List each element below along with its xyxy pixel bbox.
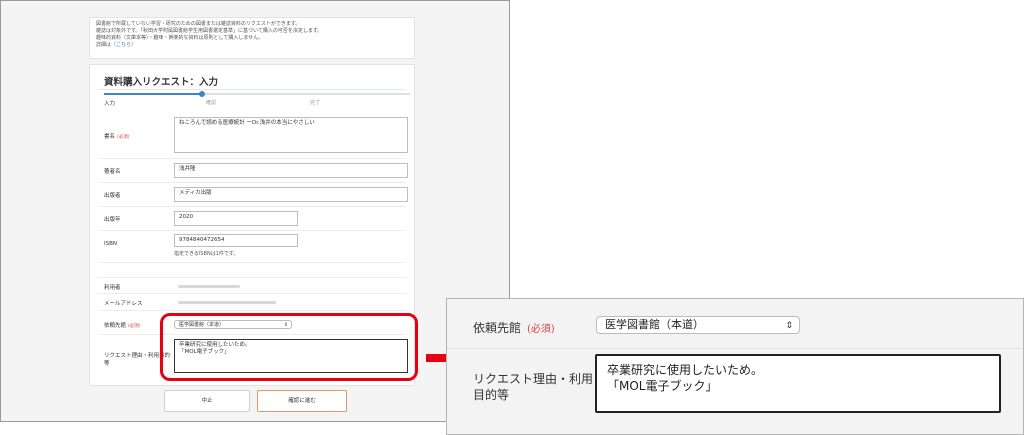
step-input: 入力 (104, 101, 116, 107)
notice-detail: 詳細は（こちら） (96, 42, 408, 49)
zoom-required-mark: (必須) (527, 324, 555, 335)
field-label: ISBN (104, 241, 118, 247)
user-value-redacted (178, 285, 240, 288)
highlight-frame (160, 313, 418, 381)
field-row-isbn: ISBN 9784840472654 指定できるISBNは1件です。 (98, 231, 406, 263)
notice-detail-prefix: 詳細は (96, 42, 112, 48)
field-row-author: 著者名 浅井隆 (98, 159, 408, 183)
field-label: 書名 (必須) (104, 134, 130, 140)
required-mark: (必須) (128, 324, 141, 329)
step-complete: 完了 (310, 100, 321, 106)
zoom-library-select[interactable]: 医学図書館（本道） ⇕ (596, 316, 800, 334)
page-title: 資料購入リクエスト：入力 (104, 77, 219, 88)
field-row-email: メールアドレス (98, 294, 406, 311)
field-row-publisher: 出版者 メディカ出版 (98, 183, 408, 207)
progress-dot (199, 91, 205, 97)
field-label: 利用者 (104, 285, 121, 291)
required-mark: (必須) (117, 135, 130, 140)
progress-steps: 入力 確認 完了 (104, 91, 410, 111)
email-value-redacted (178, 301, 276, 304)
zoom-reason-textarea[interactable]: 卒業研究に使用したいため。 「MOL電子ブック」 (595, 354, 1001, 413)
notice-box: 図書館で所蔵していない学習・研究のための図書または雑誌資料のリクエストができます… (89, 17, 415, 59)
notice-line: 図書館で所蔵していない学習・研究のための図書または雑誌資料のリクエストができます… (96, 21, 301, 27)
notice-line: 雑誌は対象外です。「秋田大学附属図書館学生用図書選定基準」に基づいて購入の可否を… (96, 28, 323, 34)
notice-detail-link[interactable]: （こちら） (111, 42, 136, 48)
year-input[interactable]: 2020 (174, 211, 298, 226)
zoom-library-label: 依頼先館 (必須) (473, 321, 555, 335)
field-row-title: 書名 (必須) ねころんで読める医療統計 ーDr.浅井の本当にやさしい (98, 113, 408, 159)
field-row-year: 出版年 2020 (98, 207, 406, 231)
author-input[interactable]: 浅井隆 (174, 163, 408, 178)
field-label: 出版者 (104, 193, 121, 199)
field-row-spacer (98, 263, 406, 278)
title-divider (98, 89, 406, 90)
progress-fill (104, 93, 202, 95)
publisher-input[interactable]: メディカ出版 (174, 187, 408, 202)
isbn-input[interactable]: 9784840472654 (174, 234, 298, 247)
isbn-hint: 指定できるISBNは1件です。 (174, 251, 239, 257)
zoomed-detail: 依頼先館 (必須) 医学図書館（本道） ⇕ リクエスト理由・利用 目的等 卒業研究に… (446, 298, 1024, 435)
step-confirm: 確認 (206, 100, 217, 106)
field-label: 著者名 (104, 169, 121, 175)
zoom-row-library: 依頼先館 (必須) 医学図書館（本道） ⇕ (447, 299, 1023, 349)
field-label: 依頼先館 (必須) (104, 323, 141, 329)
field-label: メールアドレス (104, 301, 143, 307)
book-title-input[interactable]: ねころんで読める医療統計 ーDr.浅井の本当にやさしい (174, 117, 408, 153)
chevron-updown-icon: ⇕ (785, 321, 793, 331)
cancel-button[interactable]: 中止 (164, 390, 250, 412)
field-row-user: 利用者 (98, 278, 406, 294)
field-label: 出版年 (104, 217, 121, 223)
zoom-library-select-value: 医学図書館（本道） (605, 318, 704, 331)
confirm-button[interactable]: 確認に進む (257, 390, 347, 412)
notice-line: 趣味的資料（文庫本等）・趣味・娯楽的な資料は原則として購入しません。 (96, 35, 264, 41)
zoom-reason-label: リクエスト理由・利用 目的等 (473, 372, 594, 402)
